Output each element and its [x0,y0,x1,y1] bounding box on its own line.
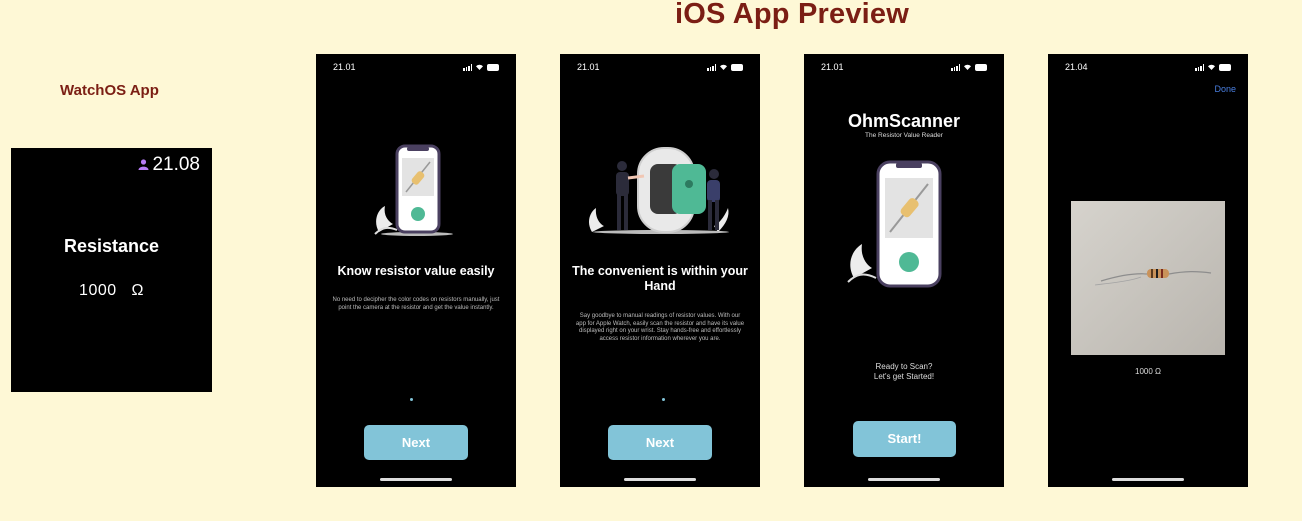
app-name: OhmScanner [847,111,961,131]
status-time: 21.01 [577,62,600,72]
onboarding-headline: The convenient is within your Hand [572,264,748,293]
onboarding-description: No need to decipher the color codes on r… [332,297,500,311]
battery-icon [975,63,987,71]
phone-onboarding-2: 21.01 The convenient is within your Hand… [560,54,760,487]
watchos-label: WatchOS App [60,82,159,99]
resistor-photo [1071,201,1225,355]
resistance-heading: Resistance [63,236,160,256]
status-time: 21.04 [1065,62,1088,72]
phone-onboarding-1: 21.01 Know resistor value easily No need… [316,54,516,487]
status-icons [463,62,499,72]
battery-icon [1219,63,1231,71]
resistance-number: 1000 [79,282,117,299]
status-time: 21.01 [821,62,844,72]
page-indicator [662,398,665,401]
status-icons [1195,62,1231,72]
wifi-icon [963,62,972,72]
battery-icon [487,63,499,71]
home-indicator [380,478,452,481]
onboarding-headline: Know resistor value easily [337,264,495,278]
status-time: 21.01 [333,62,356,72]
scan-prompt: Ready to Scan? Let's get Started! [819,362,989,382]
signal-icon [707,63,716,71]
home-indicator [1112,478,1184,481]
status-icons [707,62,743,72]
phone-welcome: 21.01 OhmScanner The Resistor Value Read… [804,54,1004,487]
ohm-unit: Ω [131,282,144,299]
wifi-icon [1207,62,1216,72]
signal-icon [951,63,960,71]
status-bar: 21.04 [1065,62,1231,74]
watch-screen: 21.08 Resistance 1000 Ω [11,148,212,392]
smartwatch-people-illustration [586,146,736,241]
page-title: iOS App Preview [675,0,909,30]
status-bar: 21.01 [821,62,987,74]
next-button[interactable]: Next [364,425,468,460]
phone-scan-result: 21.04 Done 1000 Ω [1048,54,1248,487]
scan-prompt-line1: Ready to Scan? [875,362,933,371]
signal-icon [463,63,472,71]
done-button[interactable]: Done [1214,84,1236,94]
start-button[interactable]: Start! [853,421,956,457]
wifi-icon [719,62,728,72]
app-tagline: The Resistor Value Reader [865,132,943,139]
scan-prompt-line2: Let's get Started! [873,372,935,381]
home-indicator [624,478,696,481]
phone-resistor-illustration [371,144,463,244]
person-icon [138,158,149,173]
signal-icon [1195,63,1204,71]
onboarding-description: Say goodbye to manual readings of resist… [575,313,745,342]
page-indicator [410,398,413,401]
wifi-icon [475,62,484,72]
next-button[interactable]: Next [608,425,712,460]
home-indicator [868,478,940,481]
watch-status: 21.08 [138,154,200,176]
status-bar: 21.01 [333,62,499,74]
watch-time: 21.08 [152,154,200,175]
scan-reading: 1000 Ω [1135,367,1161,376]
status-bar: 21.01 [577,62,743,74]
status-icons [951,62,987,72]
phone-resistor-illustration [844,160,954,293]
battery-icon [731,63,743,71]
resistance-value: 1000 Ω [11,282,212,300]
camera-preview [1071,201,1225,355]
